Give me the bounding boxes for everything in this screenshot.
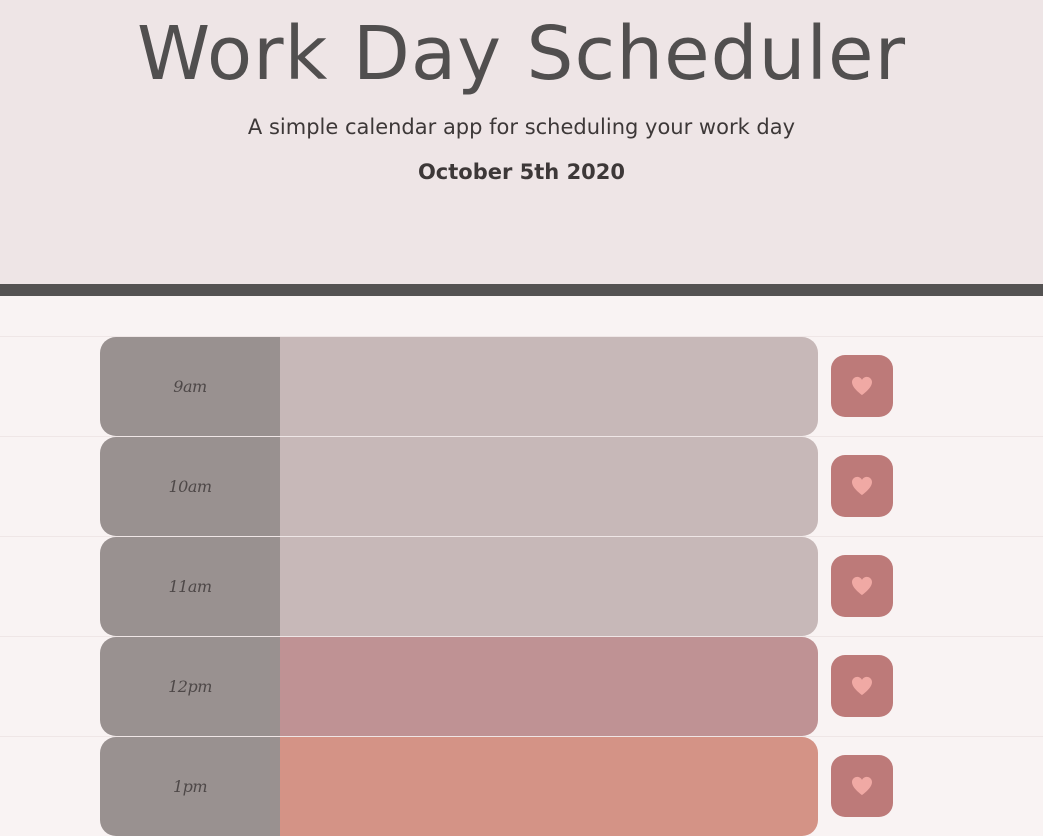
save-button[interactable] xyxy=(831,655,893,717)
heart-icon xyxy=(851,376,873,396)
description-textarea[interactable] xyxy=(280,437,818,536)
hour-label: 1pm xyxy=(100,737,280,836)
heart-icon xyxy=(851,676,873,696)
hour-label: 11am xyxy=(100,537,280,636)
save-column xyxy=(818,637,906,736)
save-button[interactable] xyxy=(831,555,893,617)
timeblock-row: 1pm xyxy=(0,736,1043,836)
hour-label: 10am xyxy=(100,437,280,536)
timeblock-row: 10am xyxy=(0,436,1043,536)
description-textarea[interactable] xyxy=(280,737,818,836)
heart-icon xyxy=(851,576,873,596)
header-jumbotron: Work Day Scheduler A simple calendar app… xyxy=(0,0,1043,284)
description-textarea[interactable] xyxy=(280,337,818,436)
timeblock-row: 9am xyxy=(0,336,1043,436)
save-column xyxy=(818,537,906,636)
timeblock-row: 12pm xyxy=(0,636,1043,736)
hour-label: 12pm xyxy=(100,637,280,736)
hour-label: 9am xyxy=(100,337,280,436)
timeblock-row: 11am xyxy=(0,536,1043,636)
page-title: Work Day Scheduler xyxy=(136,11,907,97)
save-column xyxy=(818,337,906,436)
save-column xyxy=(818,737,906,836)
save-button[interactable] xyxy=(831,755,893,817)
header-divider xyxy=(0,284,1043,296)
heart-icon xyxy=(851,776,873,796)
description-textarea[interactable] xyxy=(280,537,818,636)
save-column xyxy=(818,437,906,536)
description-textarea[interactable] xyxy=(280,637,818,736)
save-button[interactable] xyxy=(831,355,893,417)
heart-icon xyxy=(851,476,873,496)
current-day: October 5th 2020 xyxy=(417,160,626,184)
timeblock-list: 9am 10am 11am 12pm 1pm xyxy=(0,336,1043,836)
save-button[interactable] xyxy=(831,455,893,517)
page-subtitle: A simple calendar app for scheduling you… xyxy=(247,115,796,139)
